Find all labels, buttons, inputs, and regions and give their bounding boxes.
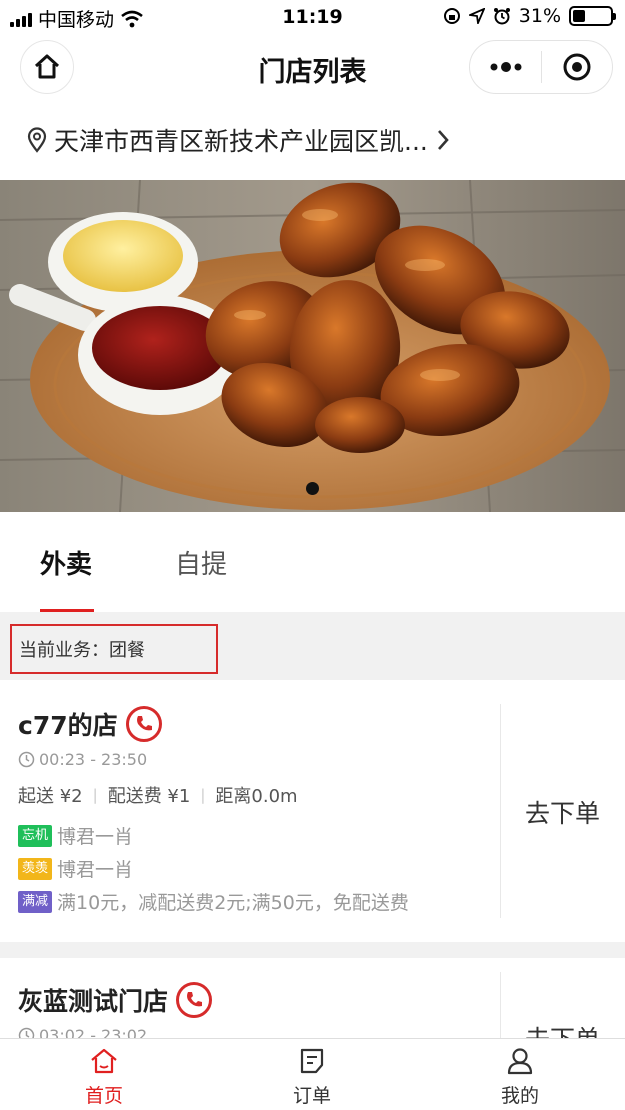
promo-text: 满10元，减配送费2元;满50元，免配送费 <box>57 892 409 914</box>
banner-image <box>0 180 625 512</box>
menu-capsule <box>469 40 613 94</box>
promo-row: 忘机 博君一肖 <box>18 822 133 849</box>
promo-tag: 满减 <box>18 890 53 913</box>
business-strip: 当前业务：团餐 <box>0 612 625 680</box>
tabbar-profile[interactable]: 我的 <box>460 1047 580 1108</box>
promo-row: 羡羡 博君一肖 <box>18 855 133 882</box>
tabbar-label: 首页 <box>84 1085 123 1107</box>
location-selector[interactable]: 天津市西青区新技术产业园区凯... <box>26 122 452 158</box>
carousel-indicator[interactable] <box>306 482 319 495</box>
phone-icon[interactable] <box>176 982 213 1018</box>
bottom-tab-bar: 首页 订单 我的 <box>0 1038 625 1110</box>
more-dots-icon <box>490 62 521 72</box>
battery-icon <box>569 6 616 26</box>
target-icon <box>563 53 591 81</box>
tabbar-orders[interactable]: 订单 <box>252 1047 372 1108</box>
store-card[interactable]: 灰蓝测试门店 03:02 - 23:02 去下单 <box>0 958 625 1040</box>
promo-tag: 羡羡 <box>18 857 53 880</box>
home-icon <box>91 1048 117 1074</box>
store-name: c77的店 <box>18 711 118 740</box>
store-fees: 起送 ¥2 | 配送费 ¥1 | 距离0.0m <box>18 782 298 808</box>
store-hours: 00:23 - 23:50 <box>18 750 147 769</box>
status-bar: 中国移动 11:19 31% <box>0 0 625 36</box>
promo-tag: 忘机 <box>18 824 53 847</box>
close-miniprogram-button[interactable] <box>542 41 612 93</box>
clock-icon <box>18 751 35 768</box>
lock-rotation-icon <box>443 8 460 24</box>
location-address: 天津市西青区新技术产业园区凯... <box>54 127 428 156</box>
store-card[interactable]: c77的店 00:23 - 23:50 起送 ¥2 | 配送费 ¥1 | 距离0… <box>0 680 625 942</box>
tabbar-label: 我的 <box>500 1085 539 1107</box>
order-type-tabs: 外卖 自提 <box>0 512 625 612</box>
alarm-icon <box>493 8 510 25</box>
phone-icon[interactable] <box>125 706 162 742</box>
current-business-label: 当前业务：团餐 <box>10 624 218 674</box>
order-icon <box>300 1048 324 1074</box>
section-gap <box>0 942 625 958</box>
min-order: 起送 ¥2 <box>18 786 83 807</box>
nav-bar: 门店列表 <box>0 38 625 96</box>
hours-text: 00:23 - 23:50 <box>39 750 148 769</box>
battery-percent: 31% <box>518 5 561 27</box>
delivery-fee: 配送费 ¥1 <box>107 786 191 807</box>
location-arrow-icon <box>468 8 485 24</box>
promo-row: 满减 满10元，减配送费2元;满50元，免配送费 <box>18 888 409 915</box>
tabbar-home[interactable]: 首页 <box>44 1047 164 1108</box>
go-order-button[interactable]: 去下单 <box>500 1020 625 1040</box>
tabbar-label: 订单 <box>292 1085 331 1107</box>
location-pin-icon <box>27 127 47 153</box>
promo-text: 博君一肖 <box>57 826 134 848</box>
banner-carousel[interactable] <box>0 180 625 512</box>
promo-text: 博君一肖 <box>57 859 134 881</box>
store-name: 灰蓝测试门店 <box>18 987 169 1016</box>
distance: 距离0.0m <box>215 786 298 807</box>
tab-pickup[interactable]: 自提 <box>175 544 227 581</box>
user-icon <box>507 1048 533 1075</box>
more-button[interactable] <box>470 41 541 93</box>
tab-delivery[interactable]: 外卖 <box>40 544 92 581</box>
chevron-right-icon <box>437 130 449 150</box>
go-order-button[interactable]: 去下单 <box>500 794 625 830</box>
